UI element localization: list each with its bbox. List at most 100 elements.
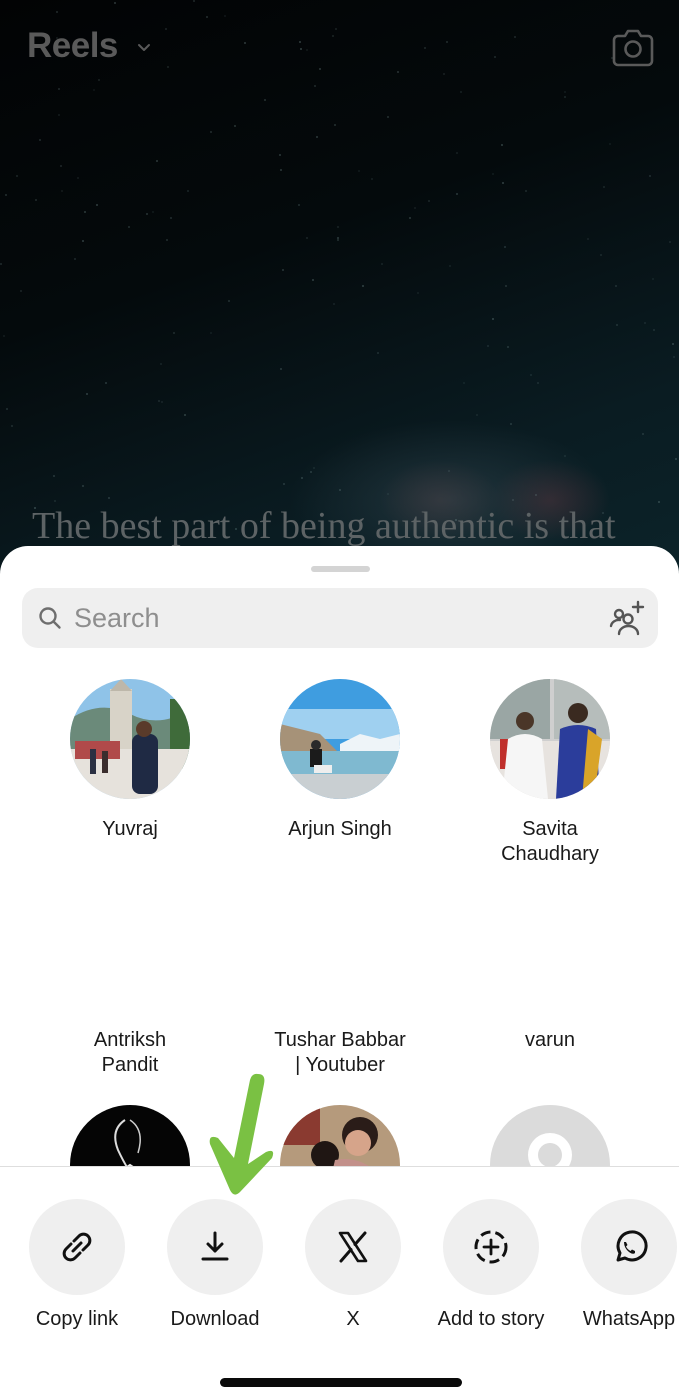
search-bar[interactable] — [22, 588, 658, 648]
video-speck — [534, 493, 537, 496]
video-speck — [156, 159, 159, 162]
camera-icon[interactable] — [612, 28, 654, 68]
video-speck — [608, 142, 611, 145]
video-speck — [672, 342, 675, 345]
video-speck — [160, 401, 163, 404]
x-logo-icon — [338, 1231, 368, 1263]
add-to-story-icon — [474, 1230, 508, 1264]
video-speck — [108, 496, 111, 499]
video-speck — [309, 471, 312, 474]
video-speck — [507, 345, 510, 348]
video-speck — [616, 323, 619, 326]
video-speck — [210, 332, 213, 335]
whatsapp-icon — [616, 1230, 648, 1262]
video-speck — [2, 334, 5, 337]
video-speck — [500, 144, 503, 147]
add-to-story-circle[interactable] — [443, 1199, 539, 1295]
reels-title[interactable]: Reels — [27, 26, 118, 66]
video-speck — [332, 302, 335, 305]
video-speck — [642, 433, 645, 436]
video-speck — [409, 216, 412, 219]
sheet-grabber[interactable] — [311, 566, 370, 572]
video-speck — [603, 186, 606, 189]
video-speck — [19, 289, 22, 292]
video-speck — [16, 174, 19, 177]
action-label: X — [346, 1308, 360, 1330]
video-speck — [11, 424, 14, 427]
video-speck — [312, 278, 315, 281]
link-icon — [62, 1232, 92, 1262]
video-speck — [675, 458, 678, 461]
add-people-icon[interactable] — [607, 600, 647, 638]
chevron-down-icon[interactable] — [135, 38, 153, 56]
video-speck — [35, 199, 38, 202]
video-speck — [5, 408, 8, 411]
home-indicator[interactable] — [220, 1378, 462, 1387]
download-icon — [201, 1231, 229, 1261]
video-speck — [371, 178, 374, 181]
video-speck — [282, 268, 285, 271]
avatar — [280, 679, 400, 799]
whatsapp-circle[interactable] — [581, 1199, 677, 1295]
video-speck — [278, 153, 281, 156]
video-speck — [96, 204, 99, 206]
top-bar: Reels — [0, 0, 679, 100]
avatar — [70, 679, 190, 799]
video-speck — [586, 238, 589, 241]
video-speck — [386, 116, 389, 119]
video-speck — [315, 135, 318, 138]
video-speck — [486, 345, 489, 348]
video-speck — [334, 124, 337, 127]
contact-name: Antriksh Pandit — [93, 1029, 167, 1076]
video-speck — [128, 226, 131, 229]
video-speck — [158, 399, 161, 402]
x-circle[interactable] — [305, 1199, 401, 1295]
contact-name: Yuvraj — [102, 818, 158, 840]
video-speck — [170, 217, 173, 220]
video-speck — [644, 321, 647, 324]
video-speck — [529, 374, 532, 377]
video-speck — [672, 355, 675, 358]
video-speck — [652, 328, 655, 331]
video-speck — [462, 381, 465, 384]
video-speck — [600, 254, 603, 257]
video-speck — [280, 168, 283, 171]
video-caption: The best part of being authentic is that — [32, 505, 616, 547]
video-speck — [306, 237, 309, 240]
download-circle[interactable] — [167, 1199, 263, 1295]
video-speck — [54, 500, 57, 503]
video-speck — [564, 455, 567, 458]
video-speck — [151, 210, 154, 213]
video-speck — [448, 469, 451, 472]
video-speck — [4, 194, 7, 197]
video-speck — [648, 175, 651, 178]
video-speck — [456, 151, 459, 154]
annotation-arrow-icon — [209, 1073, 274, 1195]
video-speck — [209, 131, 212, 134]
action-label: Download — [170, 1308, 260, 1330]
video-speck — [358, 170, 361, 173]
video-speck — [159, 362, 162, 365]
video-speck — [615, 285, 618, 288]
search-input[interactable] — [74, 598, 594, 638]
share-sheet: Yuvraj Arjun Singh — [0, 546, 679, 1400]
video-speck — [58, 113, 61, 116]
video-speck — [376, 352, 379, 355]
video-speck — [173, 332, 176, 335]
copy-link-circle[interactable] — [29, 1199, 125, 1295]
contact-name: varun — [524, 1029, 576, 1051]
video-speck — [187, 190, 190, 193]
video-speck — [298, 203, 301, 206]
video-speck — [60, 190, 63, 193]
video-speck — [657, 500, 660, 503]
video-speck — [337, 239, 340, 242]
video-speck — [74, 258, 77, 261]
video-speck — [84, 210, 87, 213]
video-speck — [312, 467, 315, 470]
video-speck — [428, 200, 431, 203]
video-speck — [86, 393, 89, 396]
video-speck — [338, 489, 341, 492]
video-speck — [509, 422, 512, 425]
video-speck — [183, 413, 186, 416]
video-speck — [387, 493, 390, 496]
